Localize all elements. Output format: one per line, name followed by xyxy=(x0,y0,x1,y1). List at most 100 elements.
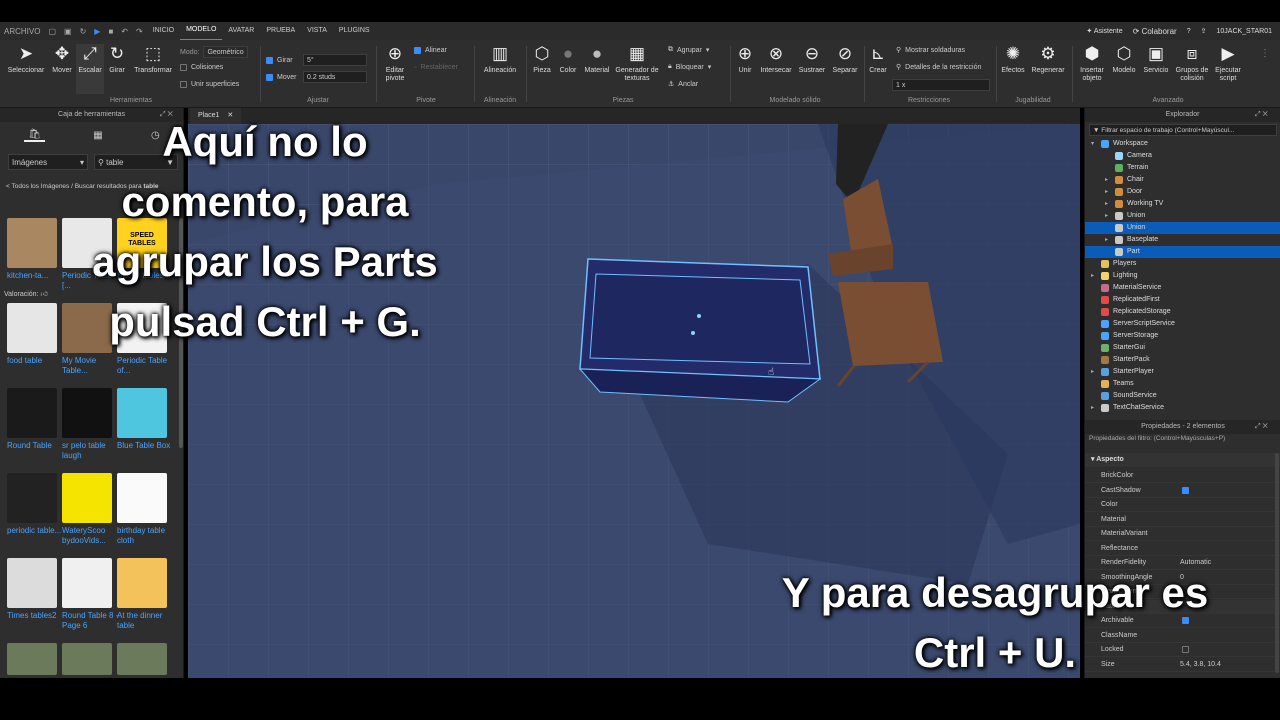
toolbox-item-label[interactable]: Blue Table Box xyxy=(117,441,175,451)
menu-prueba[interactable]: PRUEBA xyxy=(260,22,301,40)
explorer-item[interactable]: Camera xyxy=(1085,150,1280,162)
service-button[interactable]: ▣ Servicio xyxy=(1140,44,1172,75)
assistant-button[interactable]: ✦ Asistente xyxy=(1086,27,1122,35)
expand-arrow-icon[interactable]: ▸ xyxy=(1105,198,1108,210)
toolbox-item-label[interactable]: food table xyxy=(7,356,65,366)
toolbox-item-thumbnail[interactable] xyxy=(7,303,57,353)
regenerate-button[interactable]: ⚙ Regenerar xyxy=(1030,44,1066,75)
scale-tool[interactable]: ⤢ Escalar xyxy=(76,44,104,94)
edit-pivot-button[interactable]: ⊕ Editar pivote xyxy=(380,44,410,83)
refresh-icon[interactable]: ↻ xyxy=(76,27,91,36)
toolbox-item-label[interactable]: Times tables2 xyxy=(7,611,65,621)
menu-inicio[interactable]: INICIO xyxy=(147,22,180,40)
mode-selector[interactable]: Modo: Geométrico xyxy=(180,46,248,58)
effects-button[interactable]: ✺ Efectos xyxy=(998,44,1028,75)
constraint-details-toggle[interactable]: ⚲ Detalles de la restricción xyxy=(896,63,981,72)
part-button[interactable]: ⬡ Pieza xyxy=(530,44,554,75)
rotate-tool[interactable]: ↻ Girar xyxy=(104,44,130,75)
explorer-item[interactable]: ReplicatedStorage xyxy=(1085,306,1280,318)
toolbox-item-label[interactable]: Periodic Table of... xyxy=(117,356,175,376)
properties-section-aspecto[interactable]: ▾ Aspecto xyxy=(1085,453,1280,467)
menu-plugins[interactable]: PLUGINS xyxy=(333,22,376,40)
toolbox-item-thumbnail[interactable] xyxy=(62,388,112,438)
explorer-item[interactable]: MaterialService xyxy=(1085,282,1280,294)
toolbox-item-thumbnail[interactable] xyxy=(62,473,112,523)
join-surfaces-toggle[interactable]: Unir superficies xyxy=(180,81,239,88)
toolbox-item-thumbnail[interactable] xyxy=(117,558,167,608)
explorer-item[interactable]: Part xyxy=(1085,246,1280,258)
expand-arrow-icon[interactable]: ▸ xyxy=(1091,366,1094,378)
toolbox-item-label[interactable]: Round Table 8 - Page 6 xyxy=(62,611,120,631)
redo-icon[interactable]: ↷ xyxy=(132,27,147,36)
expand-arrow-icon[interactable]: ▸ xyxy=(1105,186,1108,198)
open-file-icon[interactable]: ▣ xyxy=(60,27,76,36)
toolbox-item-thumbnail[interactable] xyxy=(7,218,57,268)
toolbox-item-thumbnail[interactable] xyxy=(7,643,57,675)
toolbox-item-thumbnail[interactable] xyxy=(117,643,167,675)
explorer-item[interactable]: ServerScriptService xyxy=(1085,318,1280,330)
undo-icon[interactable]: ↶ xyxy=(117,27,132,36)
toolbox-item-label[interactable]: sr pelo table laugh xyxy=(62,441,120,461)
model-button[interactable]: ⬡ Modelo xyxy=(1110,44,1138,75)
explorer-item[interactable]: ▾ Workspace xyxy=(1085,138,1280,150)
explorer-filter-input[interactable]: ▼ Filtrar espacio de trabajo (Control+Ma… xyxy=(1089,124,1277,136)
toolbox-item-label[interactable]: Round Table xyxy=(7,441,65,451)
toolbox-item-thumbnail[interactable] xyxy=(117,473,167,523)
property-row[interactable]: BrickColor xyxy=(1085,469,1280,483)
new-file-icon[interactable]: ▢ xyxy=(44,27,60,36)
lock-button[interactable]: 🔒︎ Bloquear ▾ xyxy=(668,63,711,71)
collisions-toggle[interactable]: Colisiones xyxy=(180,64,223,71)
explorer-item[interactable]: ServerStorage xyxy=(1085,330,1280,342)
explorer-item[interactable]: ReplicatedFirst xyxy=(1085,294,1280,306)
expand-arrow-icon[interactable]: ▸ xyxy=(1091,402,1094,414)
explorer-item[interactable]: ▸ Baseplate xyxy=(1085,234,1280,246)
property-checkbox[interactable] xyxy=(1182,486,1189,494)
toolbox-item-label[interactable]: WateryScoo bydooVids... xyxy=(62,526,120,546)
explorer-item[interactable]: Terrain xyxy=(1085,162,1280,174)
expand-arrow-icon[interactable]: ▸ xyxy=(1105,174,1108,186)
show-welds-toggle[interactable]: ⚲ Mostrar soldaduras xyxy=(896,46,965,55)
explorer-item[interactable]: Union xyxy=(1085,222,1280,234)
help-icon[interactable]: ? xyxy=(1187,28,1191,35)
property-row[interactable]: CastShadow xyxy=(1085,484,1280,498)
toolbox-item-thumbnail[interactable] xyxy=(7,473,57,523)
collaborate-button[interactable]: ⟳ Colaborar xyxy=(1133,27,1177,36)
expand-arrow-icon[interactable]: ▸ xyxy=(1091,270,1094,282)
explorer-item[interactable]: StarterGui xyxy=(1085,342,1280,354)
explorer-item[interactable]: Teams xyxy=(1085,378,1280,390)
align-toggle[interactable]: Alinear xyxy=(414,47,447,54)
move-tool[interactable]: ✥ Mover xyxy=(48,44,76,75)
intersect-button[interactable]: ⊗ Intersecar xyxy=(758,44,794,75)
toolbox-item-thumbnail[interactable] xyxy=(117,388,167,438)
properties-scrollbar[interactable] xyxy=(1275,453,1279,673)
more-icon[interactable]: ⋮ xyxy=(1260,48,1270,59)
texture-generator-button[interactable]: ▦ Generador de texturas xyxy=(612,44,662,83)
user-name[interactable]: 10JACK_STAR01 xyxy=(1216,28,1272,35)
property-row[interactable]: MaterialVariant xyxy=(1085,527,1280,541)
explorer-close-icon[interactable]: ⤢ ✕ xyxy=(1255,111,1268,119)
select-tool[interactable]: ➤ Seleccionar xyxy=(6,44,46,75)
archivo-menu[interactable]: ARCHIVO xyxy=(0,27,44,36)
reset-button[interactable]: ▫ Restablecer xyxy=(414,64,458,71)
rotate-snap[interactable]: Girar 5° xyxy=(266,54,367,66)
expand-arrow-icon[interactable]: ▸ xyxy=(1105,210,1108,222)
stop-icon[interactable]: ■ xyxy=(104,27,117,36)
alignment-button[interactable]: ▥ Alineación xyxy=(480,44,520,75)
explorer-item[interactable]: ▸ TextChatService xyxy=(1085,402,1280,414)
insert-object-button[interactable]: ⬢ Insertar objeto xyxy=(1076,44,1108,83)
toolbox-item-thumbnail[interactable] xyxy=(62,643,112,675)
toolbox-item-thumbnail[interactable] xyxy=(7,558,57,608)
toolbox-item-label[interactable]: My Movie Table... xyxy=(62,356,120,376)
run-script-button[interactable]: ▶ Ejecutar script xyxy=(1212,44,1244,83)
anchor-button[interactable]: ⚓︎ Anclar xyxy=(668,80,698,89)
material-button[interactable]: ● Material xyxy=(582,44,612,75)
marketplace-tab-icon[interactable]: 🛍︎ xyxy=(24,129,45,142)
toolbox-item-label[interactable]: kitchen-ta... xyxy=(7,271,65,281)
constraint-scale-field[interactable]: 1 x xyxy=(892,79,990,91)
union-button[interactable]: ⊕ Unir xyxy=(734,44,756,75)
explorer-item[interactable]: ▸ StarterPlayer xyxy=(1085,366,1280,378)
property-row[interactable]: Material xyxy=(1085,513,1280,527)
rotate-snap-field[interactable]: 5° xyxy=(303,54,367,66)
color-button[interactable]: ● Color xyxy=(556,44,580,75)
explorer-item[interactable]: ▸ Chair xyxy=(1085,174,1280,186)
